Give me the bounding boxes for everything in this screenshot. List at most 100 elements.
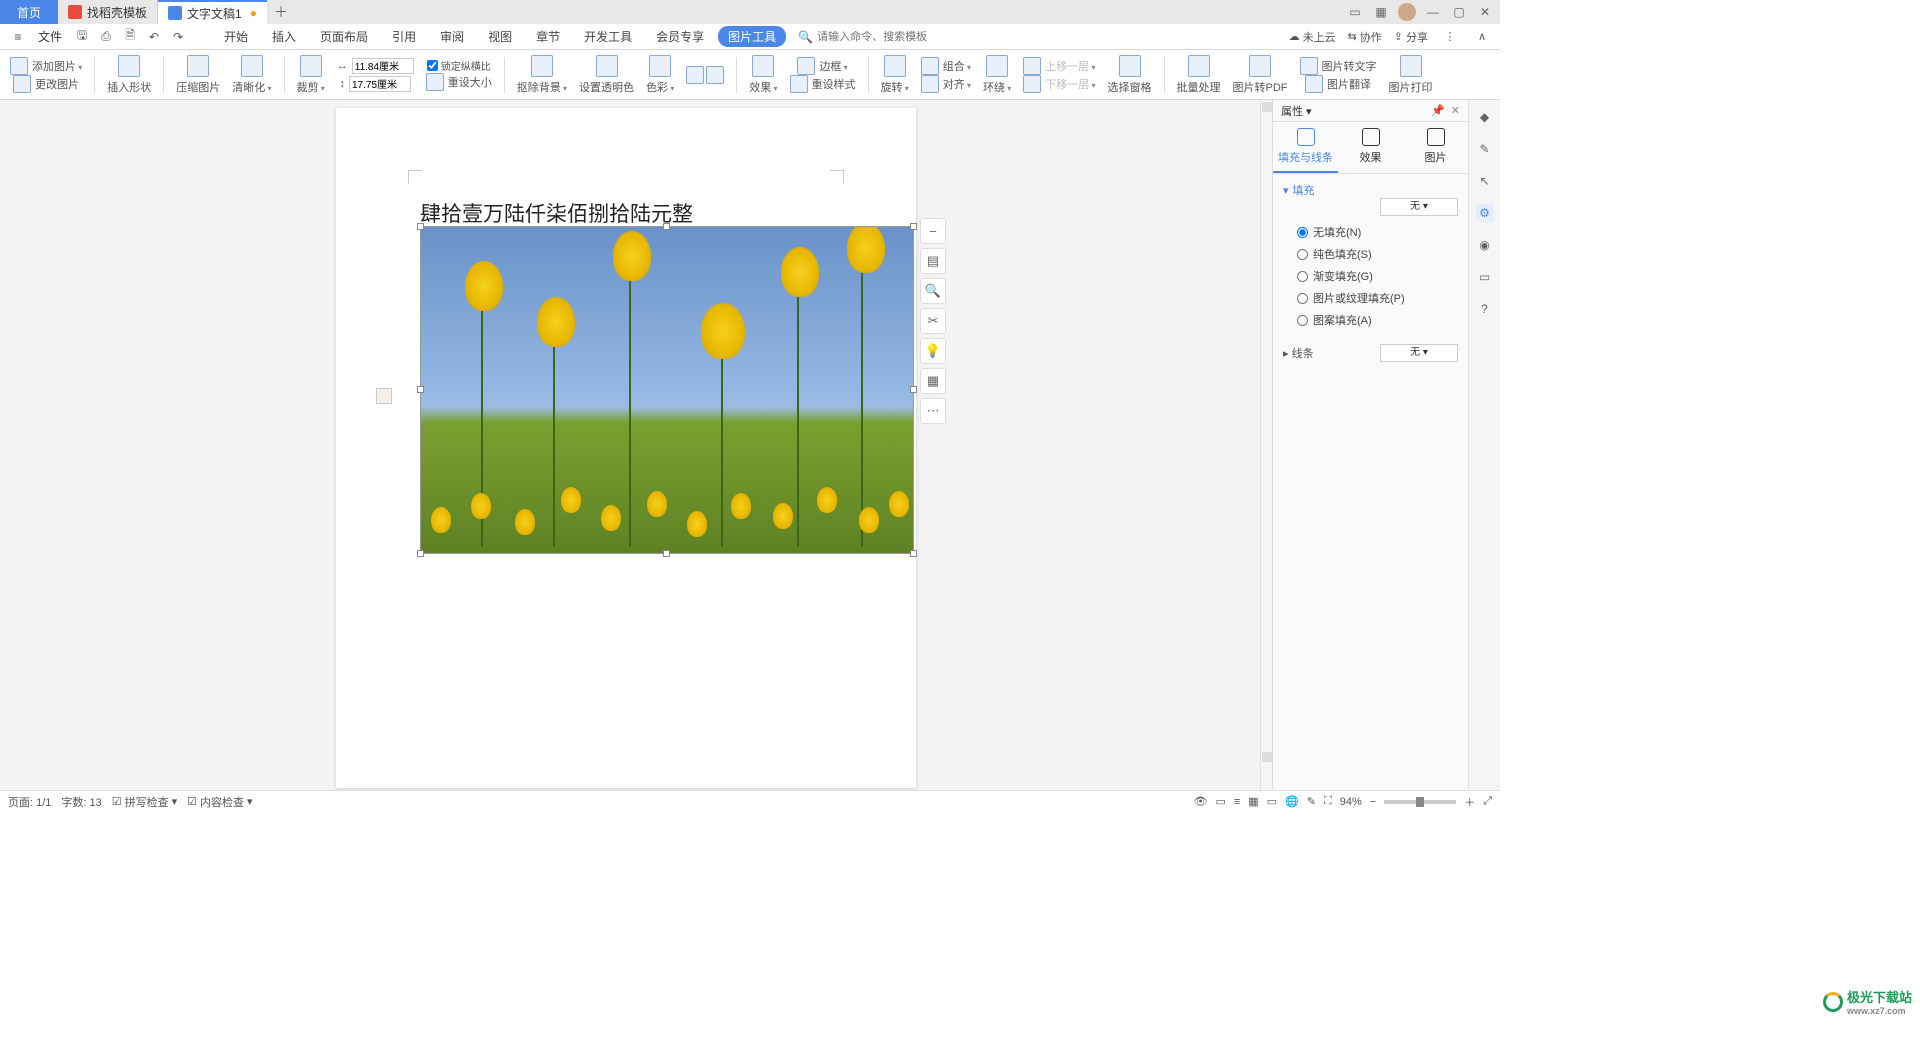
panel-layout-icon[interactable]: ▭: [1346, 3, 1364, 21]
apps-grid-icon[interactable]: ▦: [1372, 3, 1390, 21]
redo-icon[interactable]: ↷: [168, 27, 188, 47]
search-input[interactable]: [817, 31, 937, 43]
menu-start[interactable]: 开始: [214, 28, 258, 45]
status-contentcheck[interactable]: ☑ 内容检查 ▾: [187, 794, 252, 810]
contrast-icon[interactable]: [706, 66, 724, 84]
ft-crop-button[interactable]: ✂: [920, 308, 946, 334]
zoom-out-button[interactable]: −: [1370, 796, 1376, 808]
resize-handle-ne[interactable]: [910, 223, 917, 230]
remove-bg-button[interactable]: 抠除背景: [513, 52, 571, 98]
pin-icon[interactable]: 📌: [1431, 104, 1445, 117]
to-text-button[interactable]: 图片转文字: [1322, 58, 1377, 74]
height-input[interactable]: [349, 76, 411, 92]
to-pdf-button[interactable]: 图片转PDF: [1229, 52, 1292, 98]
transparency-button[interactable]: 设置透明色: [575, 52, 638, 98]
fill-option-picture[interactable]: 图片或纹理填充(P): [1297, 290, 1458, 306]
rail-select-icon[interactable]: ↖: [1476, 172, 1494, 190]
rail-help-icon[interactable]: ?: [1476, 300, 1494, 318]
line-select[interactable]: 无 ▾: [1380, 344, 1458, 362]
menu-chapter[interactable]: 章节: [526, 28, 570, 45]
status-spellcheck[interactable]: ☑ 拼写检查 ▾: [112, 794, 177, 810]
print-icon[interactable]: ⎙: [96, 27, 116, 47]
tab-templates[interactable]: 找稻壳模板: [58, 0, 158, 24]
fullscreen-icon[interactable]: ⤢: [1483, 795, 1492, 808]
tab-document[interactable]: 文字文稿1 ●: [158, 0, 267, 24]
color-button[interactable]: 色彩: [642, 52, 678, 98]
selected-image[interactable]: [420, 226, 914, 554]
more-menu-icon[interactable]: ⋮: [1440, 27, 1460, 47]
preview-icon[interactable]: 🗎: [120, 27, 140, 47]
tab-effect[interactable]: 效果: [1338, 122, 1403, 173]
share-button[interactable]: ⇪分享: [1394, 29, 1428, 45]
resize-handle-w[interactable]: [417, 386, 424, 393]
clarify-button[interactable]: 清晰化: [228, 52, 275, 98]
fill-select[interactable]: 无 ▾: [1380, 198, 1458, 216]
print-image-button[interactable]: 图片打印: [1385, 52, 1437, 98]
ft-layout-button[interactable]: ▤: [920, 248, 946, 274]
lock-ratio-checkbox[interactable]: 锁定纵横比: [427, 58, 491, 73]
menu-insert[interactable]: 插入: [262, 28, 306, 45]
paste-options-icon[interactable]: [376, 388, 392, 404]
width-input[interactable]: [352, 58, 414, 74]
save-icon[interactable]: 🖫: [72, 27, 92, 47]
scroll-up-button[interactable]: [1262, 102, 1272, 112]
add-image-button[interactable]: 添加图片: [32, 58, 82, 74]
menu-devtools[interactable]: 开发工具: [574, 28, 642, 45]
hamburger-icon[interactable]: ≡: [8, 27, 28, 47]
fill-section-title[interactable]: ▾ 填充: [1283, 182, 1458, 198]
file-menu[interactable]: 文件: [32, 28, 68, 45]
resize-handle-e[interactable]: [910, 386, 917, 393]
menu-pagelayout[interactable]: 页面布局: [310, 28, 378, 45]
menu-reference[interactable]: 引用: [382, 28, 426, 45]
tab-fill-line[interactable]: 填充与线条: [1273, 122, 1338, 173]
zoom-value[interactable]: 94%: [1340, 796, 1362, 808]
change-image-button[interactable]: 更改图片: [35, 76, 79, 92]
view-focus-icon[interactable]: ✎: [1307, 795, 1316, 808]
combine-button[interactable]: 组合: [943, 58, 971, 74]
fill-option-none[interactable]: 无填充(N): [1297, 224, 1458, 240]
ft-zoom-in-button[interactable]: 🔍: [920, 278, 946, 304]
maximize-button[interactable]: ▢: [1450, 3, 1468, 21]
border-button[interactable]: 边框: [819, 58, 847, 74]
tab-image[interactable]: 图片: [1403, 122, 1468, 173]
resize-handle-sw[interactable]: [417, 550, 424, 557]
status-words[interactable]: 字数: 13: [61, 794, 101, 810]
close-button[interactable]: ✕: [1476, 3, 1494, 21]
ft-more-button[interactable]: ⋯: [920, 398, 946, 424]
resize-handle-se[interactable]: [910, 550, 917, 557]
scroll-down-button[interactable]: [1262, 752, 1272, 762]
view-outline-icon[interactable]: ≡: [1234, 796, 1240, 808]
tab-add-button[interactable]: ＋: [267, 2, 295, 22]
reset-size-button[interactable]: 重设大小: [426, 73, 492, 91]
document-canvas[interactable]: 肆拾壹万陆仟柒佰捌拾陆元整: [0, 100, 1260, 790]
zoom-slider[interactable]: [1384, 800, 1456, 804]
reset-style-button[interactable]: 重设样式: [812, 76, 856, 92]
zoom-fit-icon[interactable]: ⛶: [1324, 795, 1332, 808]
ft-chart-button[interactable]: ▦: [920, 368, 946, 394]
view-page-icon[interactable]: ▭: [1215, 795, 1225, 808]
user-avatar[interactable]: [1398, 3, 1416, 21]
view-read-icon[interactable]: ▭: [1267, 795, 1277, 808]
resize-handle-nw[interactable]: [417, 223, 424, 230]
zoom-in-button[interactable]: ＋: [1464, 794, 1475, 810]
wrap-button[interactable]: 环绕: [979, 52, 1015, 98]
status-eye-icon[interactable]: 👁: [1193, 795, 1207, 808]
rotate-button[interactable]: 旋转: [877, 52, 913, 98]
translate-button[interactable]: 图片翻译: [1327, 76, 1371, 92]
insert-shape-button[interactable]: 插入形状: [103, 52, 155, 98]
resize-handle-n[interactable]: [663, 223, 670, 230]
tab-home[interactable]: 首页: [0, 0, 58, 24]
fill-option-solid[interactable]: 纯色填充(S): [1297, 246, 1458, 262]
document-text-line[interactable]: 肆拾壹万陆仟柒佰捌拾陆元整: [420, 198, 693, 228]
align-button[interactable]: 对齐: [943, 76, 971, 92]
view-globe-icon[interactable]: 🌐: [1285, 795, 1299, 808]
rail-edit-icon[interactable]: ✎: [1476, 140, 1494, 158]
minimize-button[interactable]: —: [1424, 3, 1442, 21]
effects-button[interactable]: 效果: [745, 52, 781, 98]
crop-button[interactable]: 裁剪: [293, 52, 329, 98]
menu-member[interactable]: 会员专享: [646, 28, 714, 45]
compress-button[interactable]: 压缩图片: [172, 52, 224, 98]
close-panel-icon[interactable]: ✕: [1451, 104, 1460, 117]
command-search[interactable]: 🔍: [798, 30, 937, 44]
rail-layers-icon[interactable]: ◉: [1476, 236, 1494, 254]
